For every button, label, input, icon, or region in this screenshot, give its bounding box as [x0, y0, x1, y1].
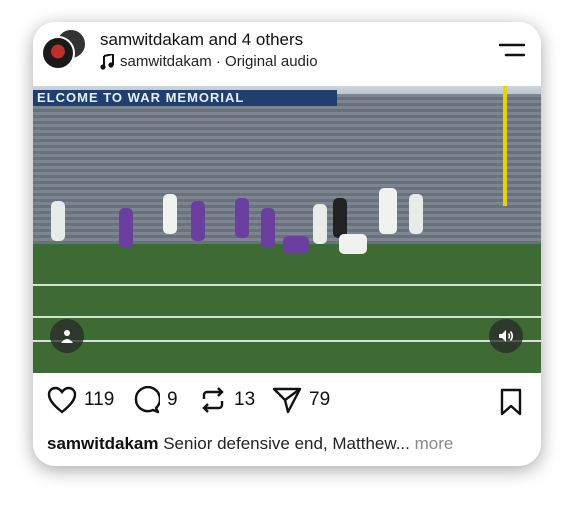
action-bar: 119 9 13 79	[33, 382, 541, 422]
referee	[333, 198, 347, 238]
stadium-stands	[33, 94, 541, 244]
stadium-banner: ELCOME TO WAR MEMORIAL	[33, 90, 337, 106]
post-header: samwitdakam and 4 others samwitdakam · O…	[33, 22, 541, 84]
heart-icon	[47, 386, 77, 414]
player	[409, 194, 423, 234]
mute-toggle-button[interactable]	[489, 319, 523, 353]
caption-more-link[interactable]: more	[410, 434, 454, 453]
yard-line	[33, 340, 541, 342]
tagged-people-button[interactable]	[50, 319, 84, 353]
menu-icon[interactable]	[499, 42, 525, 58]
bookmark-icon[interactable]	[499, 388, 523, 416]
goal-post	[503, 86, 507, 206]
author-username[interactable]: samwitdakam	[100, 30, 204, 49]
player	[379, 188, 397, 234]
yard-line	[33, 284, 541, 286]
player	[191, 201, 205, 241]
comment-button[interactable]: 9	[132, 386, 178, 414]
repost-count: 13	[234, 389, 256, 410]
repost-button[interactable]: 13	[199, 386, 255, 414]
music-note-icon	[100, 53, 114, 70]
send-icon	[272, 387, 302, 414]
author-avatar[interactable]	[41, 36, 75, 70]
player	[283, 236, 309, 254]
comment-count: 9	[167, 389, 178, 410]
player	[163, 194, 177, 234]
coauthors-suffix[interactable]: and 4 others	[209, 30, 304, 49]
share-count: 79	[309, 389, 331, 410]
comment-icon	[134, 386, 160, 414]
yard-line	[33, 316, 541, 318]
player	[313, 204, 327, 244]
caption-username[interactable]: samwitdakam	[47, 434, 159, 453]
like-count: 119	[84, 389, 115, 410]
author-line[interactable]: samwitdakam and 4 others	[100, 30, 303, 50]
player	[261, 208, 275, 248]
caption-text: Senior defensive end, Matthew...	[158, 434, 410, 453]
audio-label[interactable]: samwitdakam · Original audio	[120, 53, 318, 70]
audio-line[interactable]: samwitdakam · Original audio	[100, 53, 318, 70]
player	[119, 208, 133, 248]
volume-icon	[499, 330, 514, 342]
player	[235, 198, 249, 238]
football-field	[33, 244, 541, 373]
post-card: samwitdakam and 4 others samwitdakam · O…	[33, 22, 541, 466]
person-icon	[61, 330, 73, 343]
player	[339, 234, 367, 254]
video-player[interactable]: ELCOME TO WAR MEMORIAL	[33, 86, 541, 373]
post-caption: samwitdakam Senior defensive end, Matthe…	[47, 434, 453, 454]
repost-icon	[202, 387, 224, 413]
player	[51, 201, 65, 241]
like-button[interactable]: 119	[47, 386, 114, 414]
share-button[interactable]: 79	[272, 386, 330, 414]
